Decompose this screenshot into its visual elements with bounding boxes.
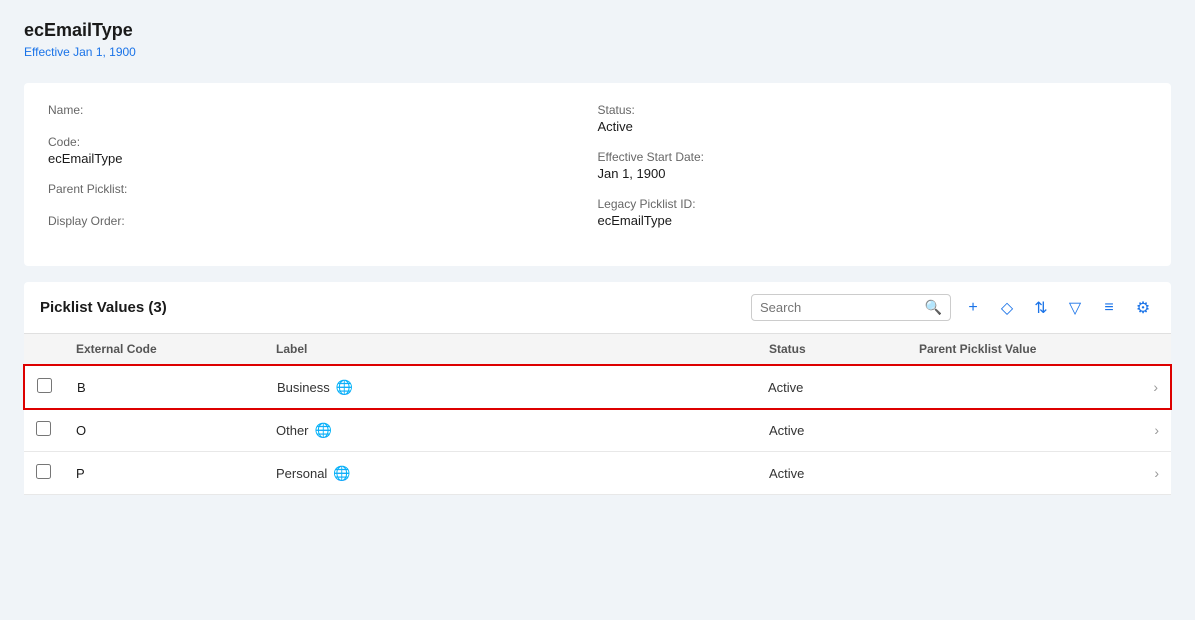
header-status: Status <box>769 342 919 356</box>
page-title: ecEmailType <box>24 20 1171 41</box>
header-label: Label <box>276 342 769 356</box>
detail-parent-picklist-row: Parent Picklist: <box>48 182 598 198</box>
header-parent-picklist-value: Parent Picklist Value <box>919 342 1119 356</box>
table-header: External Code Label Status Parent Pickli… <box>24 334 1171 365</box>
label-text: Other <box>276 423 309 438</box>
page-container: ecEmailType Effective Jan 1, 1900 Name: … <box>0 0 1195 620</box>
status-cell: Active <box>769 423 919 438</box>
search-icon[interactable]: 🔍 <box>925 299 942 316</box>
detail-display-order-row: Display Order: <box>48 214 598 230</box>
legacy-id-label: Legacy Picklist ID: <box>598 197 1148 211</box>
status-value: Active <box>598 119 1148 134</box>
start-date-label: Effective Start Date: <box>598 150 1148 164</box>
picklist-header: Picklist Values (3) 🔍 + ◇ ⇅ ▽ ≡ ⚙ <box>24 282 1171 334</box>
table-row[interactable]: B Business 🌐 Active › <box>23 364 1172 410</box>
row-checkbox[interactable] <box>36 464 76 482</box>
diamond-icon[interactable]: ◇ <box>995 296 1019 320</box>
picklist-toolbar: 🔍 + ◇ ⇅ ▽ ≡ ⚙ <box>751 294 1155 321</box>
globe-icon: 🌐 <box>336 379 353 396</box>
status-label: Status: <box>598 103 1148 117</box>
detail-name-row: Name: <box>48 103 598 119</box>
legacy-id-value: ecEmailType <box>598 213 1148 228</box>
detail-code-row: Code: ecEmailType <box>48 135 598 166</box>
chevron-right-icon[interactable]: › <box>1119 422 1159 438</box>
effective-date: Effective Jan 1, 1900 <box>24 45 1171 59</box>
code-value: ecEmailType <box>48 151 598 166</box>
start-date-value: Jan 1, 1900 <box>598 166 1148 181</box>
page-header: ecEmailType Effective Jan 1, 1900 <box>24 20 1171 59</box>
detail-legacy-id-row: Legacy Picklist ID: ecEmailType <box>598 197 1148 228</box>
label-cell: Personal 🌐 <box>276 465 769 482</box>
label-text: Personal <box>276 466 327 481</box>
status-cell: Active <box>768 380 918 395</box>
columns-icon[interactable]: ≡ <box>1097 296 1121 320</box>
detail-grid: Name: Code: ecEmailType Parent Picklist:… <box>48 103 1147 246</box>
detail-start-date-row: Effective Start Date: Jan 1, 1900 <box>598 150 1148 181</box>
detail-col-right: Status: Active Effective Start Date: Jan… <box>598 103 1148 246</box>
settings-icon[interactable]: ⚙ <box>1131 296 1155 320</box>
display-order-label: Display Order: <box>48 214 598 228</box>
sort-icon[interactable]: ⇅ <box>1029 296 1053 320</box>
detail-section: Name: Code: ecEmailType Parent Picklist:… <box>24 83 1171 266</box>
header-external-code: External Code <box>76 342 276 356</box>
table-row[interactable]: O Other 🌐 Active › <box>24 409 1171 452</box>
status-cell: Active <box>769 466 919 481</box>
globe-icon: 🌐 <box>315 422 332 439</box>
label-cell: Other 🌐 <box>276 422 769 439</box>
table-row[interactable]: P Personal 🌐 Active › <box>24 452 1171 495</box>
picklist-title: Picklist Values (3) <box>40 299 167 316</box>
row-checkbox[interactable] <box>37 378 77 396</box>
row-checkbox[interactable] <box>36 421 76 439</box>
add-icon[interactable]: + <box>961 296 985 320</box>
chevron-right-icon[interactable]: › <box>1118 379 1158 395</box>
search-input[interactable] <box>760 300 925 315</box>
picklist-section: Picklist Values (3) 🔍 + ◇ ⇅ ▽ ≡ ⚙ Extern… <box>24 282 1171 495</box>
detail-status-row: Status: Active <box>598 103 1148 134</box>
detail-col-left: Name: Code: ecEmailType Parent Picklist:… <box>48 103 598 246</box>
filter-icon[interactable]: ▽ <box>1063 296 1087 320</box>
label-text: Business <box>277 380 330 395</box>
external-code-cell: P <box>76 466 276 481</box>
globe-icon: 🌐 <box>333 465 350 482</box>
parent-picklist-label: Parent Picklist: <box>48 182 598 196</box>
label-cell: Business 🌐 <box>277 379 768 396</box>
external-code-cell: O <box>76 423 276 438</box>
external-code-cell: B <box>77 380 277 395</box>
code-label: Code: <box>48 135 598 149</box>
name-label: Name: <box>48 103 598 117</box>
chevron-right-icon[interactable]: › <box>1119 465 1159 481</box>
search-box[interactable]: 🔍 <box>751 294 951 321</box>
